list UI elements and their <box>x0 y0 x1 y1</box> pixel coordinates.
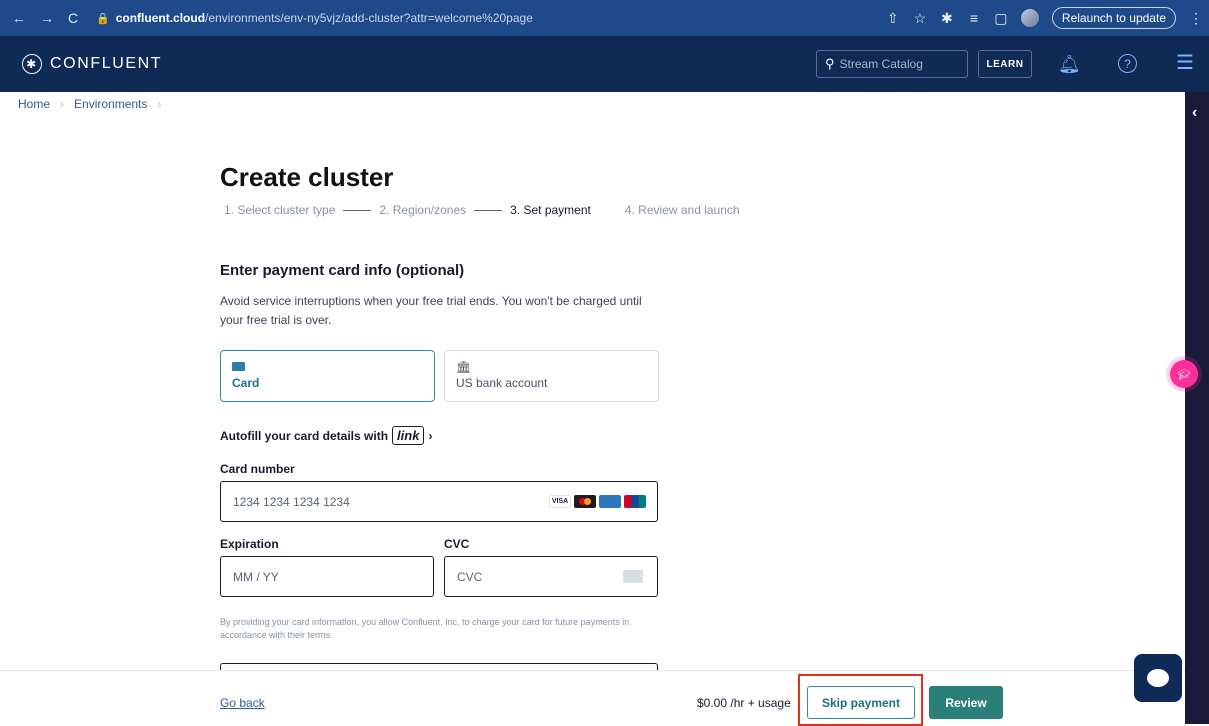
search-placeholder: Stream Catalog <box>839 57 923 71</box>
tab-bank-label: US bank account <box>456 376 548 390</box>
expiration-input[interactable]: MM / YY <box>220 556 434 597</box>
search-icon: ⚲ <box>825 56 835 71</box>
learn-button[interactable]: LEARN <box>978 50 1032 78</box>
side-rail: ‹ <box>1185 92 1209 724</box>
star-icon[interactable]: ☆ <box>913 10 927 27</box>
card-number-label: Card number <box>220 462 295 476</box>
browser-nav: ← → C <box>0 10 96 26</box>
chevron-right-icon: › <box>428 428 433 443</box>
step-connector <box>474 209 503 211</box>
app-header: ✱ CONFLUENT ⚲ Stream Catalog LEARN 🔔︎ ? … <box>0 36 1209 92</box>
reload-icon[interactable]: C <box>68 10 78 26</box>
bank-icon: 🏛︎ <box>456 360 472 374</box>
forward-arrow-icon[interactable]: → <box>40 10 54 26</box>
step-4: 4. Review and launch <box>624 203 740 217</box>
url-path: /environments/env-ny5vjz/add-cluster?att… <box>205 11 533 25</box>
card-brands: VISA <box>549 495 646 508</box>
step-3: 3. Set payment <box>510 203 591 217</box>
go-back-link[interactable]: Go back <box>220 696 265 710</box>
url-host: confluent.cloud <box>115 11 206 25</box>
step-2: 2. Region/zones <box>379 203 467 217</box>
chevron-right-icon: › <box>60 97 65 111</box>
step-indicator: 1. Select cluster type 2. Region/zones 3… <box>224 203 740 217</box>
back-arrow-icon[interactable]: ← <box>12 10 26 26</box>
section-title: Enter payment card info (optional) <box>220 262 465 279</box>
chat-bubble-icon <box>1147 669 1169 687</box>
review-button[interactable]: Review <box>929 686 1003 719</box>
link-brand-badge: link <box>392 426 425 445</box>
card-legal-notice: By providing your card information, you … <box>220 617 630 640</box>
chat-launcher[interactable] <box>1134 654 1182 702</box>
browser-toolbar: ← → C 🔒 confluent.cloud /environments/en… <box>0 0 1209 36</box>
link-autofill[interactable]: Autofill your card details with link › <box>220 426 432 445</box>
autofill-text: Autofill your card details with <box>220 428 389 443</box>
reading-list-icon[interactable]: ≡ <box>967 10 981 26</box>
profile-avatar[interactable] <box>1020 9 1039 27</box>
card-icon <box>232 360 423 373</box>
page-title: Create cluster <box>220 162 394 192</box>
cvc-label: CVC <box>444 537 470 551</box>
breadcrumb-home[interactable]: Home <box>18 97 50 111</box>
cvc-placeholder: CVC <box>457 569 483 584</box>
amex-icon <box>599 495 621 508</box>
search-input[interactable]: ⚲ Stream Catalog <box>816 50 968 78</box>
step-1: 1. Select cluster type <box>224 203 336 217</box>
browser-actions: ⇧ ☆ ✱ ≡ ▢ Relaunch to update ⋮ <box>886 4 1209 32</box>
expiration-placeholder: MM / YY <box>233 569 279 584</box>
tab-card[interactable]: Card <box>220 350 435 402</box>
skip-payment-button[interactable]: Skip payment <box>807 686 915 719</box>
brand-logo[interactable]: ✱ CONFLUENT <box>0 54 162 74</box>
card-number-placeholder: 1234 1234 1234 1234 <box>233 494 350 509</box>
expiration-label: Expiration <box>220 537 279 551</box>
step-connector <box>343 209 372 211</box>
learning-assistant-icon[interactable]: 🎓︎ <box>1170 360 1198 388</box>
breadcrumb: Home › Environments › <box>18 97 161 111</box>
relaunch-button[interactable]: Relaunch to update <box>1051 7 1176 29</box>
hamburger-menu-icon[interactable]: ☰ <box>1176 50 1194 75</box>
brand-name: CONFLUENT <box>50 55 163 72</box>
cvc-input[interactable]: CVC <box>444 556 658 597</box>
lock-icon: 🔒 <box>96 12 110 25</box>
bell-icon[interactable]: 🔔︎ <box>1058 54 1081 75</box>
chevron-right-icon: › <box>157 97 162 111</box>
tab-card-label: Card <box>232 376 260 390</box>
footer-bar: Go back $0.00 /hr + usage Skip payment R… <box>0 670 1185 726</box>
card-number-input[interactable]: 1234 1234 1234 1234 VISA <box>220 481 658 522</box>
breadcrumb-environments[interactable]: Environments <box>74 97 147 111</box>
confluent-logo-icon: ✱ <box>22 54 42 74</box>
unionpay-icon <box>624 495 646 508</box>
section-description: Avoid service interruptions when your fr… <box>220 294 642 327</box>
mastercard-icon <box>574 495 596 508</box>
extensions-icon[interactable]: ✱ <box>940 10 954 27</box>
cvc-card-icon <box>623 570 643 583</box>
share-icon[interactable]: ⇧ <box>886 10 900 27</box>
help-icon[interactable]: ? <box>1118 54 1137 73</box>
tab-bank-account[interactable]: 🏛︎ US bank account <box>444 350 659 402</box>
price-estimate: $0.00 /hr + usage <box>697 696 791 710</box>
more-vert-icon[interactable]: ⋮ <box>1189 10 1203 27</box>
side-panel-icon[interactable]: ▢ <box>994 10 1008 27</box>
chevron-left-icon[interactable]: ‹ <box>1192 104 1197 122</box>
visa-icon: VISA <box>549 495 571 508</box>
